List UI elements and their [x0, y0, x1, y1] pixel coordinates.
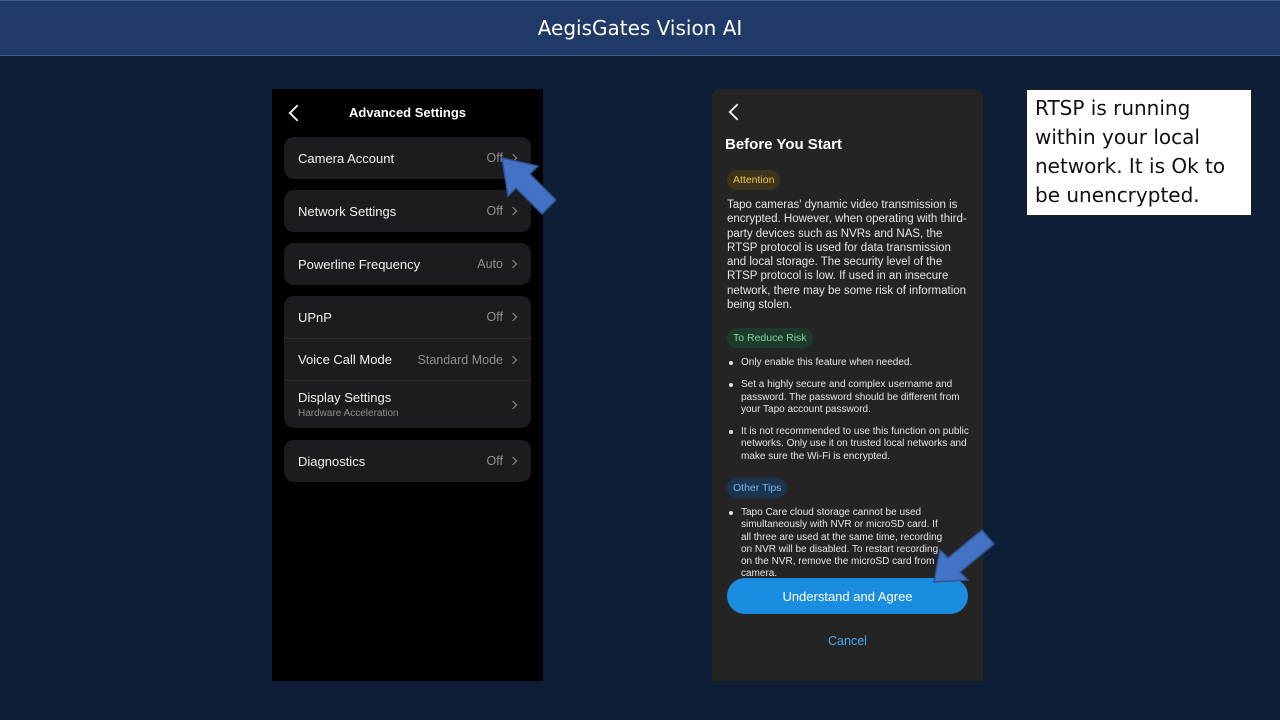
screen-header: Advanced Settings	[272, 89, 543, 137]
back-icon[interactable]	[728, 103, 746, 121]
setting-label: Powerline Frequency	[298, 256, 421, 272]
other-tips-list: Tapo Care cloud storage cannot be used s…	[729, 507, 945, 579]
attention-badge: Attention	[727, 170, 781, 190]
setting-label: UPnP	[298, 309, 332, 325]
banner: AegisGates Vision AI	[0, 0, 1280, 56]
setting-diagnostics[interactable]: Diagnostics Off	[284, 440, 531, 482]
before-you-start-screen: Before You Start Attention Tapo cameras'…	[712, 89, 983, 681]
reduce-risk-list: Only enable this feature when needed. Se…	[729, 357, 969, 473]
annotation-arrow-icon	[933, 528, 996, 583]
setting-label: Diagnostics	[298, 453, 366, 469]
list-item: Tapo Care cloud storage cannot be used s…	[729, 507, 945, 579]
chevron-right-icon	[508, 355, 518, 364]
setting-upnp[interactable]: UPnP Off	[284, 296, 531, 338]
setting-label: Display Settings	[298, 390, 392, 405]
settings-group-diagnostics: Diagnostics Off	[284, 440, 531, 482]
setting-label: Voice Call Mode	[298, 352, 392, 367]
chevron-right-icon	[508, 312, 518, 322]
setting-label: Camera Account	[298, 150, 395, 166]
attention-text: Tapo cameras' dynamic video transmission…	[727, 199, 967, 312]
screen-title: Before You Start	[725, 136, 842, 153]
setting-value: Off	[486, 310, 503, 324]
setting-value: Auto	[477, 257, 503, 271]
setting-value: Standard Mode	[417, 352, 503, 367]
settings-group-camera-account: Camera Account Off	[284, 137, 531, 179]
chevron-right-icon	[508, 259, 518, 269]
setting-camera-account[interactable]: Camera Account Off	[284, 137, 531, 179]
list-item: It is not recommended to use this functi…	[729, 426, 969, 463]
chevron-right-icon	[508, 456, 518, 466]
setting-voice-call-mode[interactable]: Voice Call Mode Standard Mode	[284, 338, 531, 380]
setting-value: Off	[486, 454, 503, 468]
setting-label: Network Settings	[298, 203, 397, 219]
note-text: RTSP is running within your local networ…	[1035, 96, 1226, 207]
reduce-risk-badge: To Reduce Risk	[727, 328, 813, 348]
note-box: RTSP is running within your local networ…	[1026, 89, 1252, 216]
setting-powerline-frequency[interactable]: Powerline Frequency Auto	[284, 243, 531, 285]
setting-labels: Display Settings Hardware Acceleration	[298, 390, 399, 419]
annotation-arrow-icon	[501, 157, 558, 216]
setting-sublabel: Hardware Acceleration	[298, 408, 399, 419]
setting-display-settings[interactable]: Display Settings Hardware Acceleration	[284, 380, 531, 428]
list-item: Only enable this feature when needed.	[729, 357, 969, 369]
chevron-right-icon	[508, 400, 518, 409]
screen-title: Advanced Settings	[348, 105, 467, 120]
setting-network-settings[interactable]: Network Settings Off	[284, 190, 531, 232]
settings-group-misc: UPnP Off Voice Call Mode Standard Mode D…	[284, 296, 531, 428]
other-tips-badge: Other Tips	[727, 478, 788, 498]
list-item: Set a highly secure and complex username…	[729, 379, 969, 416]
settings-group-powerline: Powerline Frequency Auto	[284, 243, 531, 285]
cancel-button[interactable]: Cancel	[712, 634, 983, 648]
banner-title: AegisGates Vision AI	[537, 16, 743, 40]
settings-group-network: Network Settings Off	[284, 190, 531, 232]
